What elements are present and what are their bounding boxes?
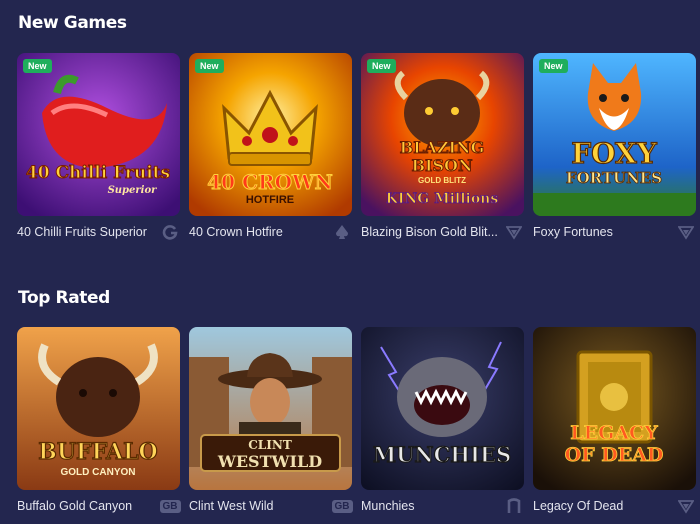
game-thumbnail[interactable]: CLINT WESTWILD	[189, 327, 352, 490]
logo-overlay: BUFFALO GOLD CANYON	[38, 438, 159, 478]
logo-text-line1: 40 Chilli Fruits	[26, 163, 170, 183]
game-title[interactable]: Munchies	[361, 499, 415, 513]
new-badge: New	[23, 59, 52, 73]
g-provider-icon	[160, 224, 180, 240]
triangle-provider-icon	[676, 498, 696, 514]
logo-overlay: 40 CROWN HOTFIRE	[207, 170, 334, 207]
new-badge: New	[539, 59, 568, 73]
game-card-foxy-fortunes[interactable]: FOXY FORTUNES New Foxy Fortunes	[533, 53, 696, 241]
provider-label: GB	[331, 499, 353, 513]
game-title[interactable]: 40 Chilli Fruits Superior	[17, 225, 147, 239]
game-title[interactable]: Buffalo Gold Canyon	[17, 499, 132, 513]
logo-text-line1: BUFFALO	[38, 439, 157, 465]
game-thumbnail[interactable]: BUFFALO GOLD CANYON	[17, 327, 180, 490]
game-thumbnail[interactable]: MUNCHIES	[361, 327, 524, 490]
logo-overlay: 40 Chilli Fruits Superior	[25, 163, 170, 197]
game-card-40-chilli-fruits-superior[interactable]: 40 Chilli Fruits Superior New 40 Chilli …	[17, 53, 180, 241]
logo-text-line2: HOTFIRE	[246, 194, 294, 206]
gb-provider-icon: GB	[331, 498, 353, 514]
n-provider-icon	[504, 498, 524, 514]
game-thumbnail[interactable]: LEGACY OF DEAD	[533, 327, 696, 490]
game-title[interactable]: Blazing Bison Gold Blit...	[361, 225, 498, 239]
game-title[interactable]: 40 Crown Hotfire	[189, 225, 283, 239]
triangle-provider-icon	[676, 224, 696, 240]
logo-text-line2: Superior	[108, 185, 158, 196]
logo-overlay: FOXY FORTUNES	[566, 136, 663, 187]
top-rated-row: BUFFALO GOLD CANYON Buffalo Gold Canyon …	[17, 327, 696, 515]
logo-text-line2: WESTWILD	[217, 452, 322, 471]
game-thumbnail[interactable]: BLAZING BISON GOLD BLITZ KING Millions N…	[361, 53, 524, 216]
game-thumbnail[interactable]: FOXY FORTUNES New	[533, 53, 696, 216]
logo-text-line1: 40 CROWN	[207, 170, 333, 194]
logo-text-line2: GOLD CANYON	[61, 467, 136, 478]
logo-text-line2: BISON	[411, 156, 472, 175]
new-games-heading: New Games	[18, 13, 127, 33]
game-card-blazing-bison[interactable]: BLAZING BISON GOLD BLITZ KING Millions N…	[361, 53, 524, 241]
logo-text-line1: BLAZING	[400, 138, 485, 157]
logo-text-line3: GOLD BLITZ	[418, 176, 466, 185]
logo-text-line2: OF DEAD	[565, 444, 664, 466]
provider-label: GB	[159, 499, 181, 513]
game-thumbnail[interactable]: 40 Chilli Fruits Superior New	[17, 53, 180, 216]
game-title[interactable]: Legacy Of Dead	[533, 499, 623, 513]
game-card-buffalo-gold-canyon[interactable]: BUFFALO GOLD CANYON Buffalo Gold Canyon …	[17, 327, 181, 515]
game-thumbnail[interactable]: 40 CROWN HOTFIRE New	[189, 53, 352, 216]
top-rated-heading: Top Rated	[18, 288, 110, 308]
new-badge: New	[367, 59, 396, 73]
triangle-provider-icon	[504, 224, 524, 240]
game-title[interactable]: Foxy Fortunes	[533, 225, 613, 239]
game-title[interactable]: Clint West Wild	[189, 499, 274, 513]
logo-text-line2: FORTUNES	[566, 169, 662, 187]
new-badge: New	[195, 59, 224, 73]
logo-text-line4: KING Millions	[386, 191, 499, 207]
game-card-munchies[interactable]: MUNCHIES Munchies	[361, 327, 524, 515]
logo-overlay: LEGACY OF DEAD	[564, 422, 664, 467]
logo-overlay: BLAZING BISON GOLD BLITZ KING Millions	[385, 138, 499, 208]
game-card-legacy-of-dead[interactable]: LEGACY OF DEAD Legacy Of Dead	[533, 327, 696, 515]
logo-text-line1: LEGACY	[570, 422, 658, 444]
logo-text-line1: MUNCHIES	[373, 442, 511, 467]
logo-overlay: CLINT WESTWILD	[200, 434, 341, 472]
logo-text-line1: CLINT	[248, 438, 292, 452]
logo-text-line1: FOXY	[571, 137, 658, 170]
gb-provider-icon: GB	[159, 498, 181, 514]
new-games-row: 40 Chilli Fruits Superior New 40 Chilli …	[17, 53, 696, 241]
spade-provider-icon	[332, 224, 352, 240]
game-card-clint-west-wild[interactable]: CLINT WESTWILD Clint West Wild GB	[189, 327, 353, 515]
game-card-40-crown-hotfire[interactable]: 40 CROWN HOTFIRE New 40 Crown Hotfire	[189, 53, 352, 241]
logo-overlay: MUNCHIES	[372, 441, 512, 467]
